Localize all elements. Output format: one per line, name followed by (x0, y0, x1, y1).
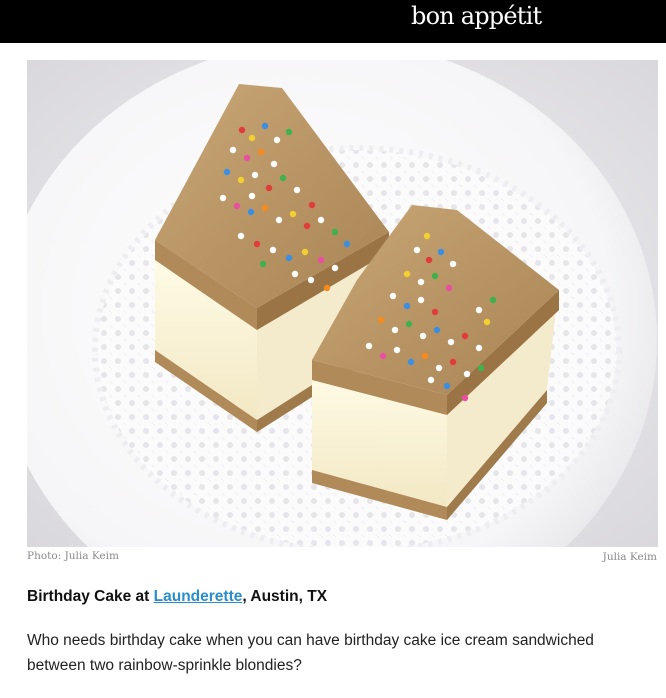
top-nav-bar: bon appétit (0, 0, 666, 43)
launderette-link[interactable]: Launderette (154, 588, 243, 605)
item-title-location: , Austin, TX (242, 588, 328, 605)
photo-caption: Photo: Julia Keim (27, 550, 119, 562)
item-description: Who needs birthday cake when you can hav… (27, 632, 594, 674)
item-title-prefix: Birthday Cake at (27, 588, 154, 605)
hero-photo (27, 60, 658, 547)
photo-credit: Julia Keim (602, 551, 657, 563)
site-logo[interactable]: bon appétit (411, 1, 542, 31)
ice-cream-sandwich-image (27, 60, 658, 547)
item-title: Birthday Cake at Launderette, Austin, TX (27, 588, 327, 606)
